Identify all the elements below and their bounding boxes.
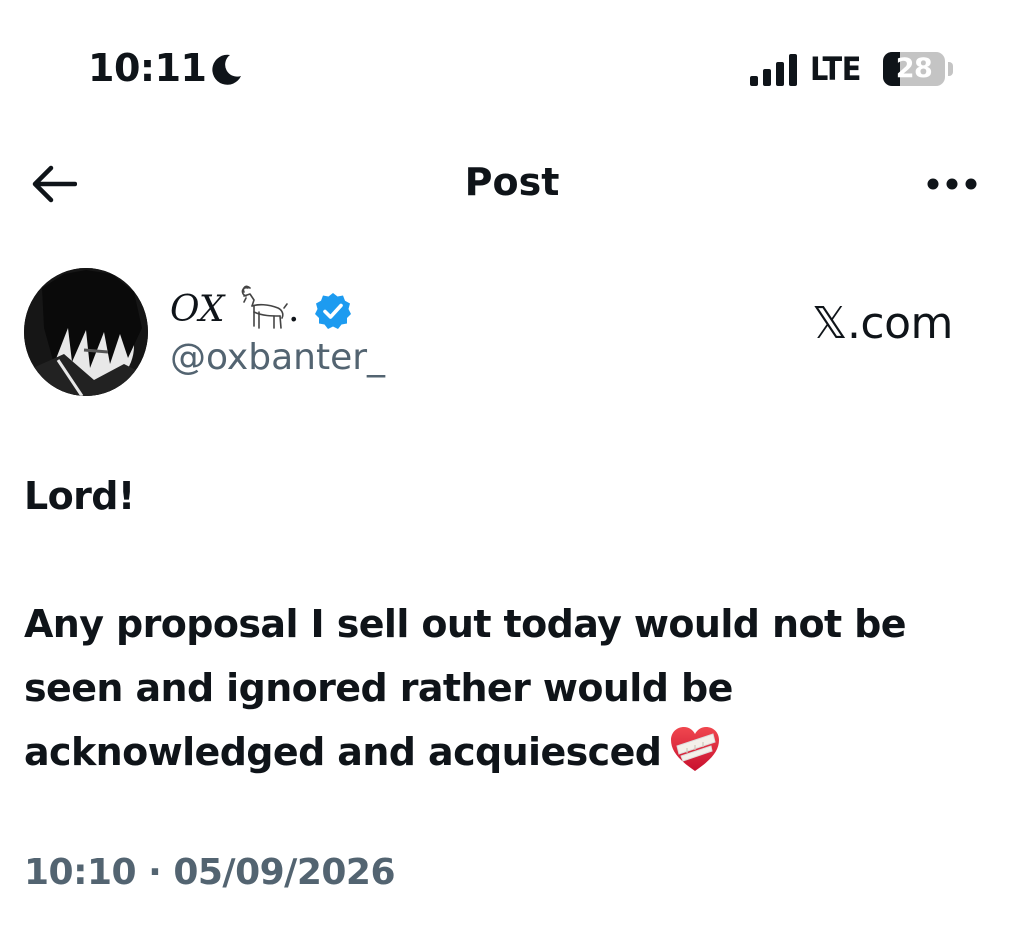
battery-level: 28 [895,53,933,84]
avatar-image [24,268,148,396]
post-text: Lord! Any proposal I sell out today woul… [24,464,984,784]
page-title: Post [464,160,560,204]
post-timestamp[interactable]: 10:10 · 05/09/2026 [24,848,396,898]
display-name-suffix: . [288,289,300,330]
post-line: Lord! [24,474,135,518]
battery-indicator: 28 [883,52,945,86]
post-line [24,528,984,592]
network-type: LTE [810,50,861,88]
header: Post [0,140,1024,226]
post-line: seen and ignored rather would be [24,666,733,710]
status-bar: 10:11 LTE 28 [0,0,1024,130]
more-options-button[interactable] [922,156,982,212]
post-line: Any proposal I sell out today would not … [24,602,907,646]
status-time: 10:11 [88,46,207,90]
brand-label: 𝕏.com [812,298,953,349]
more-horizontal-icon [927,178,977,190]
post-line-text: acknowledged and acquiesced [24,730,662,774]
post-last-line: acknowledged and acquiesced [24,720,984,784]
moon-icon [212,54,241,85]
author-handle[interactable]: @oxbanter_ [170,336,385,380]
signal-bars-icon [750,54,797,86]
mending-heart-icon [671,726,720,771]
post-author: OX . @oxbanter_ 𝕏.com [0,268,1024,408]
verified-badge-icon[interactable] [314,292,352,330]
goat-icon [241,285,288,329]
display-name: OX [170,289,225,330]
battery-tip [948,62,953,76]
avatar[interactable] [24,268,148,396]
